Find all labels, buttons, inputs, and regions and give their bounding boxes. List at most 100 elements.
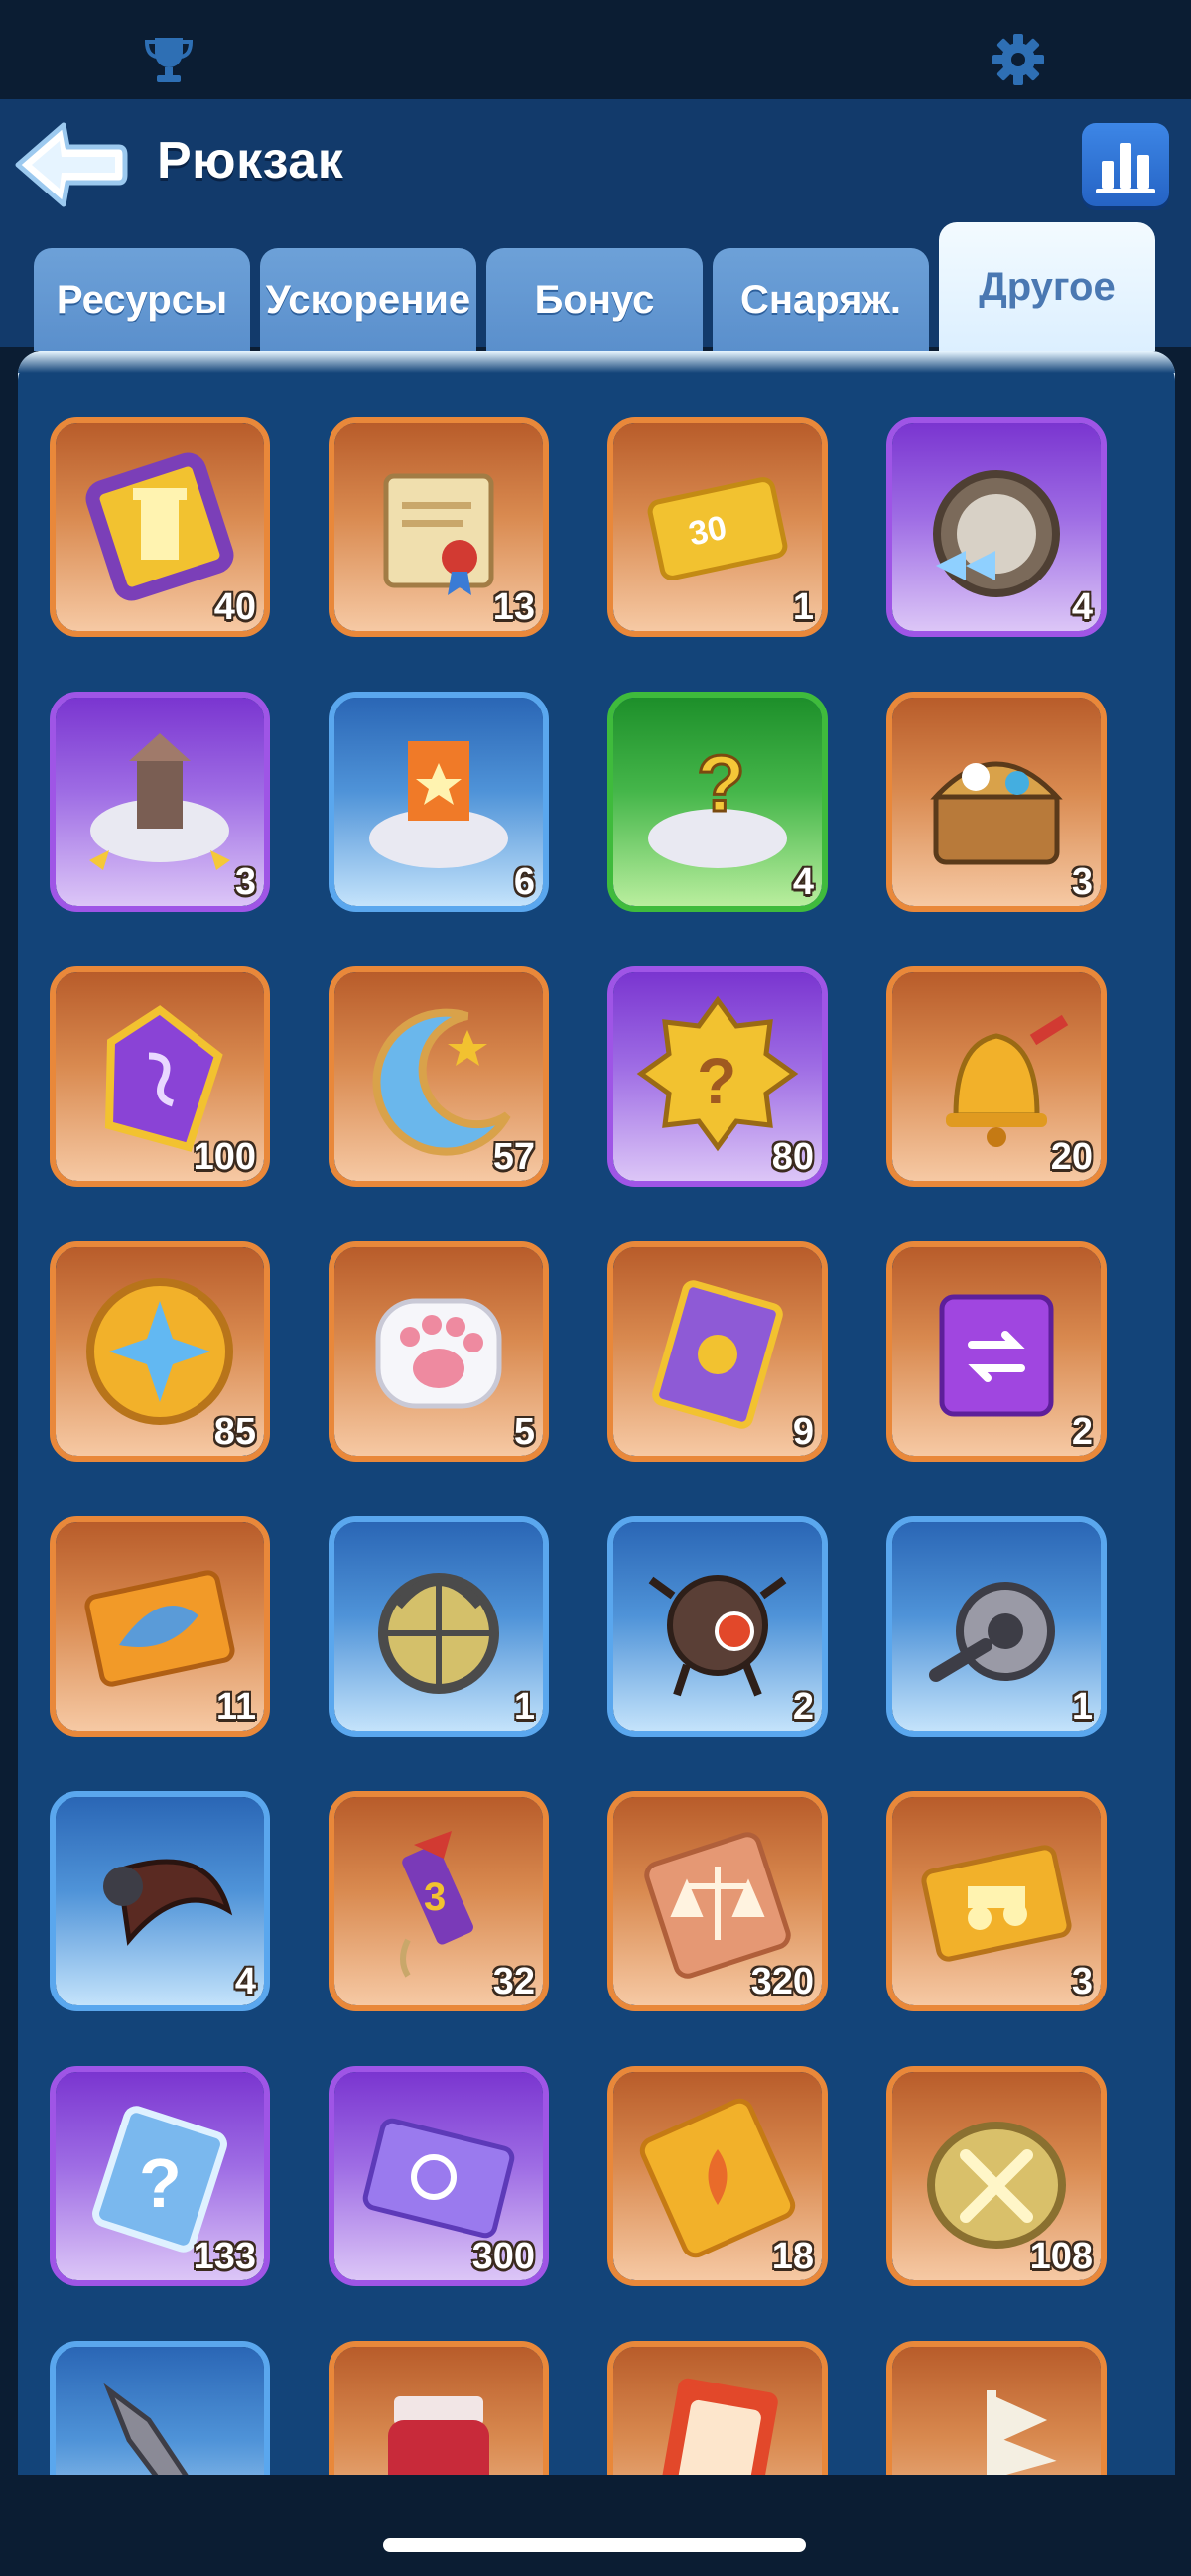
stats-button[interactable]: [1082, 123, 1169, 206]
inventory-item[interactable]: 3: [50, 692, 270, 912]
item-count: 2: [792, 1686, 814, 1728]
svg-text:?: ?: [697, 739, 745, 828]
inventory-item[interactable]: 20: [886, 966, 1107, 1187]
jam-jar-icon: [388, 2396, 489, 2475]
item-count: 32: [492, 1961, 535, 2002]
inventory-item[interactable]: 2: [886, 1241, 1107, 1462]
inventory-item[interactable]: 6: [329, 692, 549, 912]
tab-resources[interactable]: Ресурсы: [34, 248, 250, 351]
fishing-reel-icon: [929, 1582, 1055, 1682]
tab-equipment[interactable]: Снаряж.: [713, 248, 929, 351]
inventory-item[interactable]: [607, 2341, 828, 2475]
item-count: 133: [193, 2236, 256, 2277]
home-indicator[interactable]: [383, 2538, 806, 2552]
item-count: 4: [792, 861, 814, 903]
inventory-item[interactable]: 18: [607, 2066, 828, 2286]
compass-speed-icon: [933, 470, 1060, 597]
inventory-item[interactable]: ? 133: [50, 2066, 270, 2286]
svg-text:30: 30: [686, 509, 730, 554]
inventory-item[interactable]: 3 32: [329, 1791, 549, 2011]
item-count: 4: [1071, 586, 1093, 628]
inventory-item[interactable]: 5: [329, 1241, 549, 1462]
dessert-card-icon: [657, 2378, 778, 2475]
inventory-item[interactable]: 57: [329, 966, 549, 1187]
top-bar: [0, 0, 1191, 99]
inventory-item[interactable]: [329, 2341, 549, 2475]
gear-icon[interactable]: [989, 30, 1048, 89]
inventory-item[interactable]: 4: [50, 1791, 270, 2011]
inventory-item[interactable]: 1: [329, 1516, 549, 1737]
svg-text:?: ?: [697, 1044, 736, 1117]
inventory-item[interactable]: 4: [886, 417, 1107, 637]
item-count: 108: [1029, 2236, 1093, 2277]
svg-text:3: 3: [424, 1875, 446, 1919]
item-count: 300: [471, 2236, 535, 2277]
item-count: 2: [1071, 1411, 1093, 1453]
bottom-bar: [0, 2475, 1191, 2576]
inventory-item[interactable]: 9: [607, 1241, 828, 1462]
random-relocate-icon: ?: [648, 738, 787, 868]
purple-card-icon: [652, 1280, 783, 1429]
item-count: 3: [1071, 1961, 1093, 2002]
inventory-item[interactable]: 108: [886, 2066, 1107, 2286]
inventory-item[interactable]: 1: [886, 1516, 1107, 1737]
item-count: 3: [1071, 861, 1093, 903]
paw-soap-icon: [375, 1298, 502, 1409]
gold-ticket-30-icon: 30: [647, 477, 788, 580]
item-count: 57: [492, 1136, 535, 1178]
relocate-building-icon: [89, 733, 230, 870]
item-count: 40: [213, 586, 256, 628]
inventory-panel: 40 13 30 1 4 3 6? 4 3 100 57? 80 20 85 5 9 2 11 1 2 1 4 3 32 320…: [18, 351, 1175, 2475]
inventory-item[interactable]: 85: [50, 1241, 270, 1462]
inventory-item[interactable]: 13: [329, 417, 549, 637]
item-count: 1: [1071, 1686, 1093, 1728]
inventory-item[interactable]: 300: [329, 2066, 549, 2286]
robot-drone-icon: [648, 1575, 787, 1697]
inventory-item[interactable]: 40: [50, 417, 270, 637]
pirate-ship-icon: [987, 2390, 1057, 2475]
item-count: 1: [513, 1686, 535, 1728]
inventory-item[interactable]: 320: [607, 1791, 828, 2011]
tab-speedups[interactable]: Ускорение: [260, 248, 476, 351]
inventory-item[interactable]: 100: [50, 966, 270, 1187]
cart-ticket-icon: [921, 1845, 1072, 1962]
inventory-item[interactable]: ? 4: [607, 692, 828, 912]
inventory-item[interactable]: 3: [886, 692, 1107, 912]
item-count: 1: [792, 586, 814, 628]
inventory-item[interactable]: 3: [886, 1791, 1107, 2011]
relocate-banner-icon: [369, 741, 508, 868]
inventory-item[interactable]: [50, 2341, 270, 2475]
swap-ticket-icon: [939, 1294, 1054, 1417]
item-count: 6: [513, 861, 535, 903]
inventory-item[interactable]: 30 1: [607, 417, 828, 637]
inventory-item[interactable]: 2: [607, 1516, 828, 1737]
item-count: 80: [771, 1136, 814, 1178]
scythe-blade-icon: [103, 1859, 233, 1946]
tab-bonus[interactable]: Бонус: [486, 248, 703, 351]
back-arrow-icon[interactable]: [12, 117, 129, 212]
inventory-item[interactable]: ? 80: [607, 966, 828, 1187]
item-count: 320: [750, 1961, 814, 2002]
page-title: Рюкзак: [157, 132, 344, 190]
inventory-item[interactable]: [886, 2341, 1107, 2475]
item-count: 11: [215, 1686, 256, 1728]
item-count: 100: [193, 1136, 256, 1178]
item-count: 20: [1050, 1136, 1093, 1178]
treasure-chest-icon: [930, 761, 1063, 865]
item-count: 85: [213, 1411, 256, 1453]
inventory-item[interactable]: 11: [50, 1516, 270, 1737]
item-count: 13: [492, 586, 535, 628]
inventory-grid: 40 13 30 1 4 3 6? 4 3 100 57? 80 20 85 5 9 2 11 1 2 1 4 3 32 320…: [18, 351, 1175, 2475]
bar-chart-icon: [1096, 143, 1155, 193]
item-count: 3: [234, 861, 256, 903]
item-count: 5: [513, 1411, 535, 1453]
item-count: 18: [771, 2236, 814, 2277]
lantern-cage-icon: [378, 1573, 499, 1694]
item-count: 9: [792, 1411, 814, 1453]
tab-other[interactable]: Другое: [939, 222, 1155, 351]
trophy-icon[interactable]: [139, 30, 198, 89]
svg-text:?: ?: [139, 2144, 182, 2222]
tab-bar: Ресурсы Ускорение Бонус Снаряж. Другое: [34, 222, 1165, 351]
blade-tool-icon: [103, 2383, 189, 2475]
item-count: 4: [234, 1961, 256, 2002]
